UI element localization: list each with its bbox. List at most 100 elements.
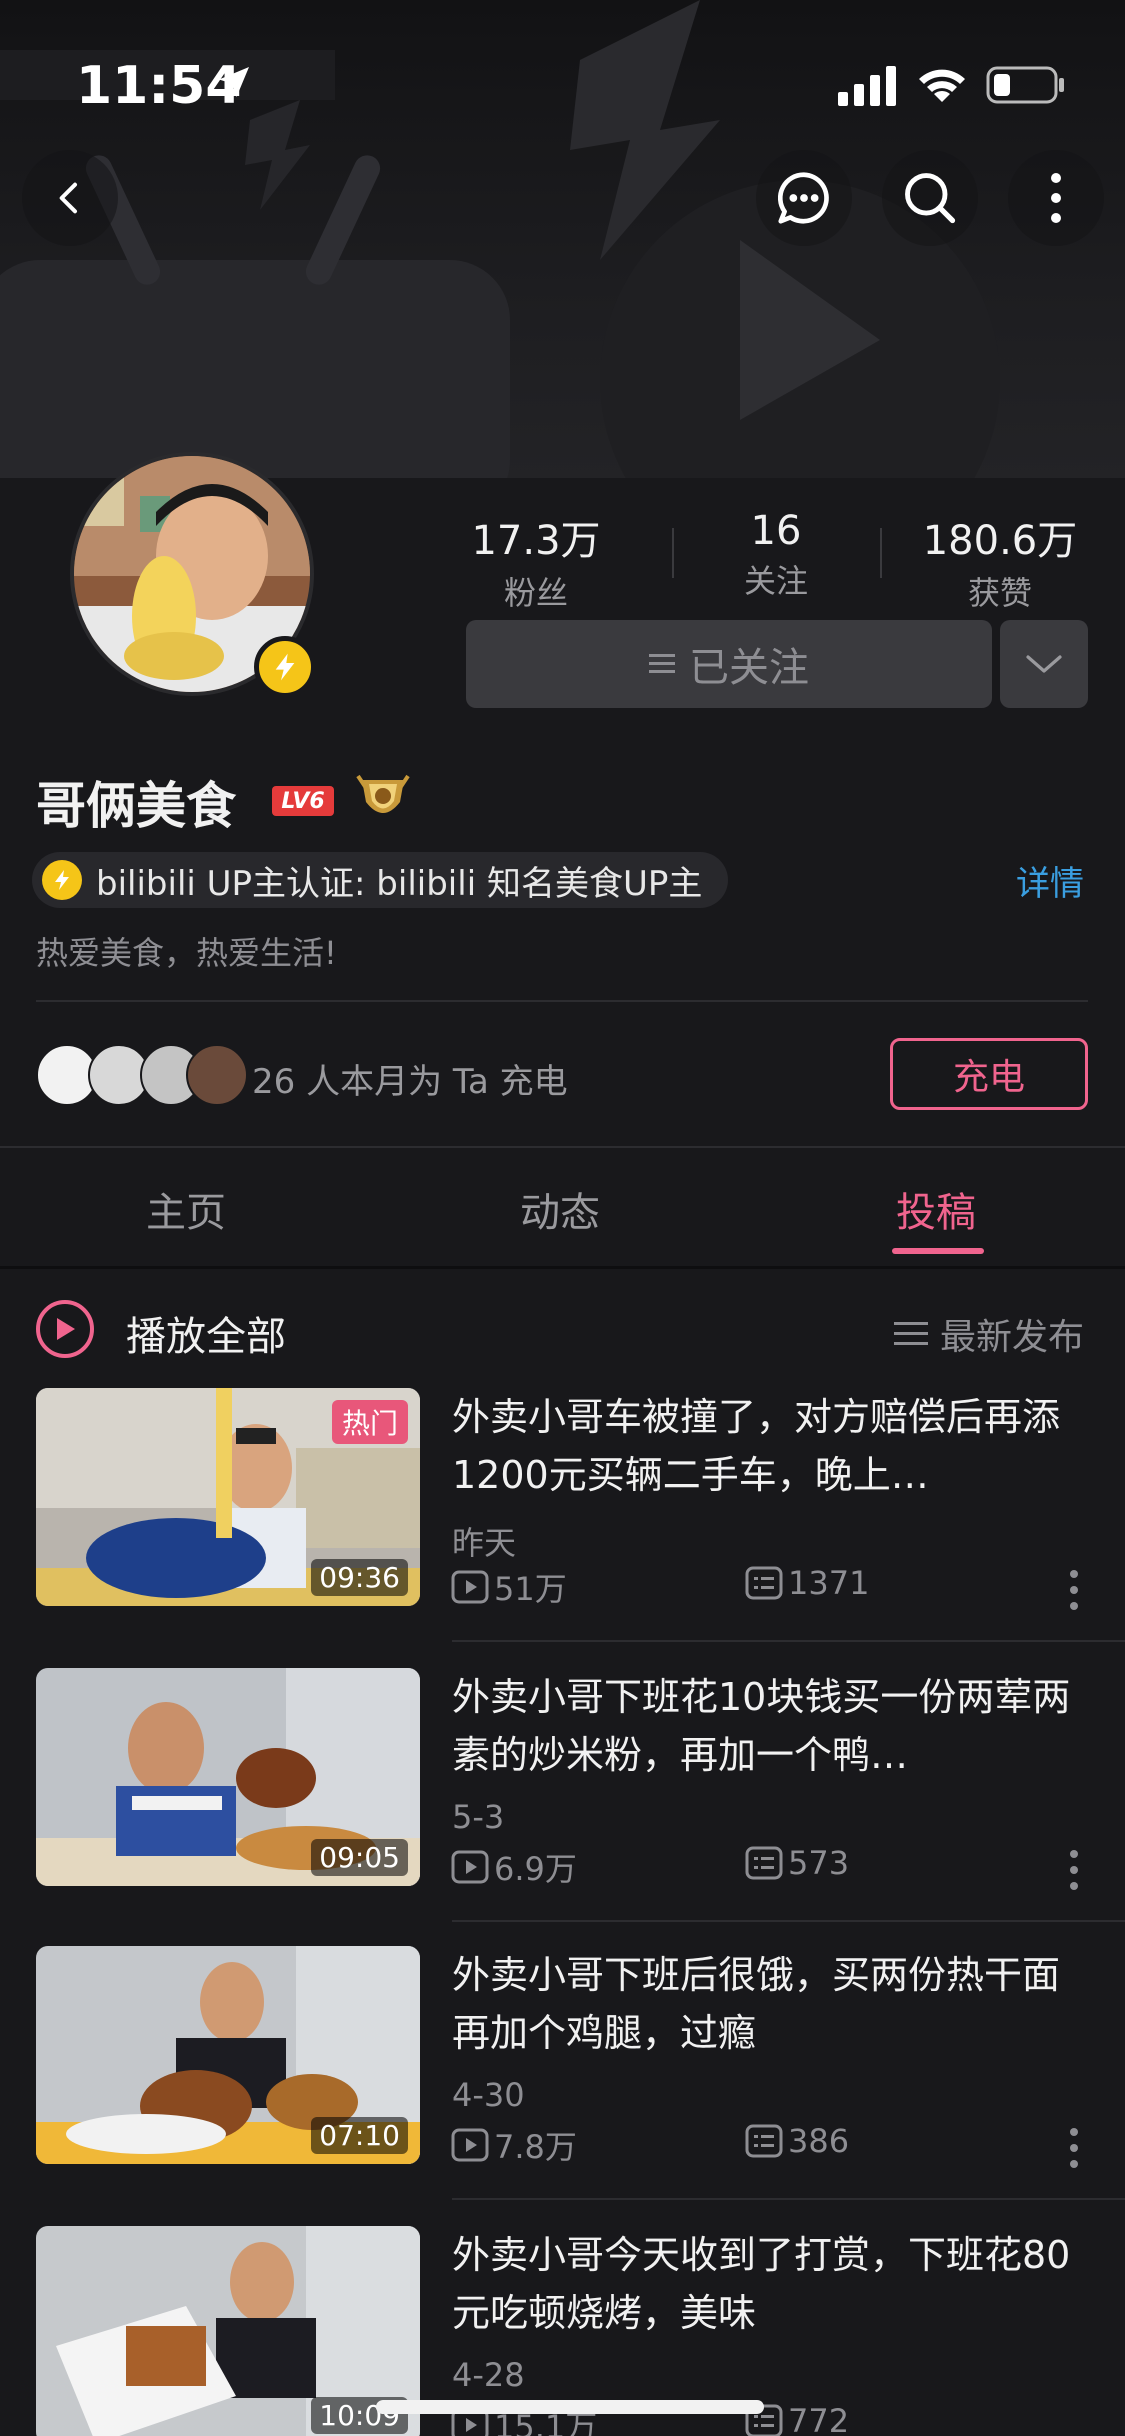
video-thumbnail[interactable]: 09:05: [36, 1668, 420, 1886]
search-icon: [905, 173, 956, 224]
chevron-down-icon: [1026, 655, 1062, 673]
chevron-left-icon: [59, 182, 77, 214]
video-more-icon[interactable]: [1068, 1568, 1080, 1612]
verification-text: bilibili UP主认证: bilibili 知名美食UP主: [96, 863, 703, 904]
vertical-dots-icon: [1051, 173, 1061, 223]
video-item[interactable]: 热门 09:36 外卖小哥车被撞了，对方赔偿后再添1200元买辆二手车，晚上… …: [0, 1388, 1125, 1668]
divider: [452, 1640, 1125, 1642]
stat-value: 180.6万: [922, 518, 1078, 564]
home-indicator[interactable]: [376, 2400, 764, 2414]
comments-count: 772: [788, 2402, 850, 2436]
active-tab-indicator: [892, 1248, 984, 1254]
more-options-button[interactable]: [1008, 150, 1104, 246]
medal-icon[interactable]: [356, 772, 410, 826]
verified-icon: [42, 860, 82, 900]
level-badge: LV6: [272, 786, 334, 816]
charge-button[interactable]: 充电: [890, 1038, 1088, 1110]
stat-divider: [672, 528, 674, 578]
video-thumbnail[interactable]: 热门 09:36: [36, 1388, 420, 1606]
video-thumbnail[interactable]: 07:10: [36, 1946, 420, 2164]
video-duration: 09:05: [311, 1839, 408, 1876]
video-more-icon[interactable]: [1068, 1848, 1080, 1892]
stat-value: 16: [750, 508, 802, 554]
stat-divider: [880, 528, 882, 578]
list-icon: [894, 1322, 928, 1345]
video-views: 7.8万: [450, 2122, 577, 2168]
menu-lines-icon: [649, 654, 675, 673]
play-icon: [57, 1318, 75, 1340]
video-title[interactable]: 外卖小哥下班花10块钱买一份两荤两素的炒米粉，再加一个鸭…: [452, 1668, 1072, 1784]
play-all-label[interactable]: 播放全部: [126, 1304, 286, 1362]
video-title[interactable]: 外卖小哥今天收到了打赏，下班花80元吃顿烧烤，美味: [452, 2226, 1072, 2342]
video-duration: 07:10: [311, 2117, 408, 2154]
comments-count: 386: [788, 2122, 850, 2160]
lightning-icon: [55, 870, 69, 890]
chat-bubble-icon: [777, 172, 829, 224]
stat-label: 关注: [743, 562, 808, 600]
divider: [36, 1000, 1088, 1002]
views-count: 6.9万: [494, 1850, 577, 1888]
up-verification-badge[interactable]: bilibili UP主认证: bilibili 知名美食UP主: [32, 852, 729, 908]
divider: [0, 1146, 1125, 1148]
danmaku-icon: [745, 2124, 783, 2158]
video-comments: 573: [744, 1844, 849, 1882]
video-views: 6.9万: [450, 1844, 577, 1890]
play-count-icon: [451, 1850, 489, 1884]
supporters-count[interactable]: 26 人本月为 Ta 充电: [252, 1054, 568, 1103]
divider: [0, 1266, 1125, 1269]
cellular-signal-icon: [838, 66, 896, 106]
video-title[interactable]: 外卖小哥下班后很饿，买两份热干面再加个鸡腿，过瘾: [452, 1946, 1072, 2062]
play-count-icon: [451, 1570, 489, 1604]
comments-count: 1371: [788, 1564, 870, 1602]
lightning-icon: [275, 653, 295, 681]
battery-icon: [986, 66, 1064, 104]
video-views: 51万: [450, 1564, 567, 1610]
stat-label: 粉丝: [503, 574, 568, 612]
stat-fans[interactable]: 17.3万 粉丝: [436, 508, 636, 614]
video-thumbnail[interactable]: 10:09: [36, 2226, 420, 2436]
stat-following[interactable]: 16 关注: [676, 508, 876, 602]
location-arrow-icon: [219, 67, 249, 97]
stat-label: 获赞: [967, 574, 1032, 612]
video-comments: 386: [744, 2122, 849, 2160]
back-button[interactable]: [22, 150, 118, 246]
danmaku-icon: [745, 1566, 783, 1600]
video-date: 4-30: [452, 2076, 525, 2114]
hot-tag: 热门: [331, 1400, 408, 1444]
recommend-dropdown-button[interactable]: [1000, 620, 1088, 708]
video-duration: 09:36: [311, 1559, 408, 1596]
message-button[interactable]: [756, 150, 852, 246]
followed-label: 已关注: [689, 645, 809, 691]
tab-dynamic[interactable]: 动态: [520, 1180, 600, 1238]
tab-uploads[interactable]: 投稿: [896, 1180, 976, 1238]
video-date: 4-28: [452, 2356, 525, 2394]
sort-label: 最新发布: [940, 1317, 1085, 1358]
views-count: 51万: [494, 1570, 567, 1608]
play-all-button[interactable]: [36, 1300, 94, 1358]
details-link[interactable]: 详情: [1016, 856, 1084, 905]
stat-likes[interactable]: 180.6万 获赞: [900, 508, 1100, 614]
tab-home[interactable]: 主页: [146, 1180, 226, 1238]
divider: [452, 1920, 1125, 1922]
followed-button[interactable]: 已关注: [466, 620, 992, 708]
video-item[interactable]: 07:10 外卖小哥下班后很饿，买两份热干面再加个鸡腿，过瘾 4-30 7.8万…: [0, 1946, 1125, 2226]
user-name: 哥俩美食: [36, 777, 236, 835]
supporter-avatars[interactable]: [36, 1044, 248, 1106]
status-bar: 11:54: [0, 0, 1125, 150]
comments-count: 573: [788, 1844, 850, 1882]
stat-value: 17.3万: [471, 518, 601, 564]
video-item[interactable]: 09:05 外卖小哥下班花10块钱买一份两荤两素的炒米粉，再加一个鸭… 5-3 …: [0, 1668, 1125, 1948]
user-bio: 热爱美食，热爱生活!: [36, 934, 337, 972]
views-count: 7.8万: [494, 2128, 577, 2166]
play-count-icon: [451, 2128, 489, 2162]
avatar: [186, 1044, 248, 1106]
divider: [452, 2198, 1125, 2200]
wifi-icon: [919, 69, 965, 102]
video-date: 5-3: [452, 1798, 505, 1836]
sort-button[interactable]: 最新发布: [894, 1308, 1084, 1360]
search-button[interactable]: [882, 150, 978, 246]
verified-lightning-badge: [254, 636, 316, 698]
danmaku-icon: [745, 1846, 783, 1880]
video-more-icon[interactable]: [1068, 2126, 1080, 2170]
video-title[interactable]: 外卖小哥车被撞了，对方赔偿后再添1200元买辆二手车，晚上…: [452, 1388, 1072, 1504]
